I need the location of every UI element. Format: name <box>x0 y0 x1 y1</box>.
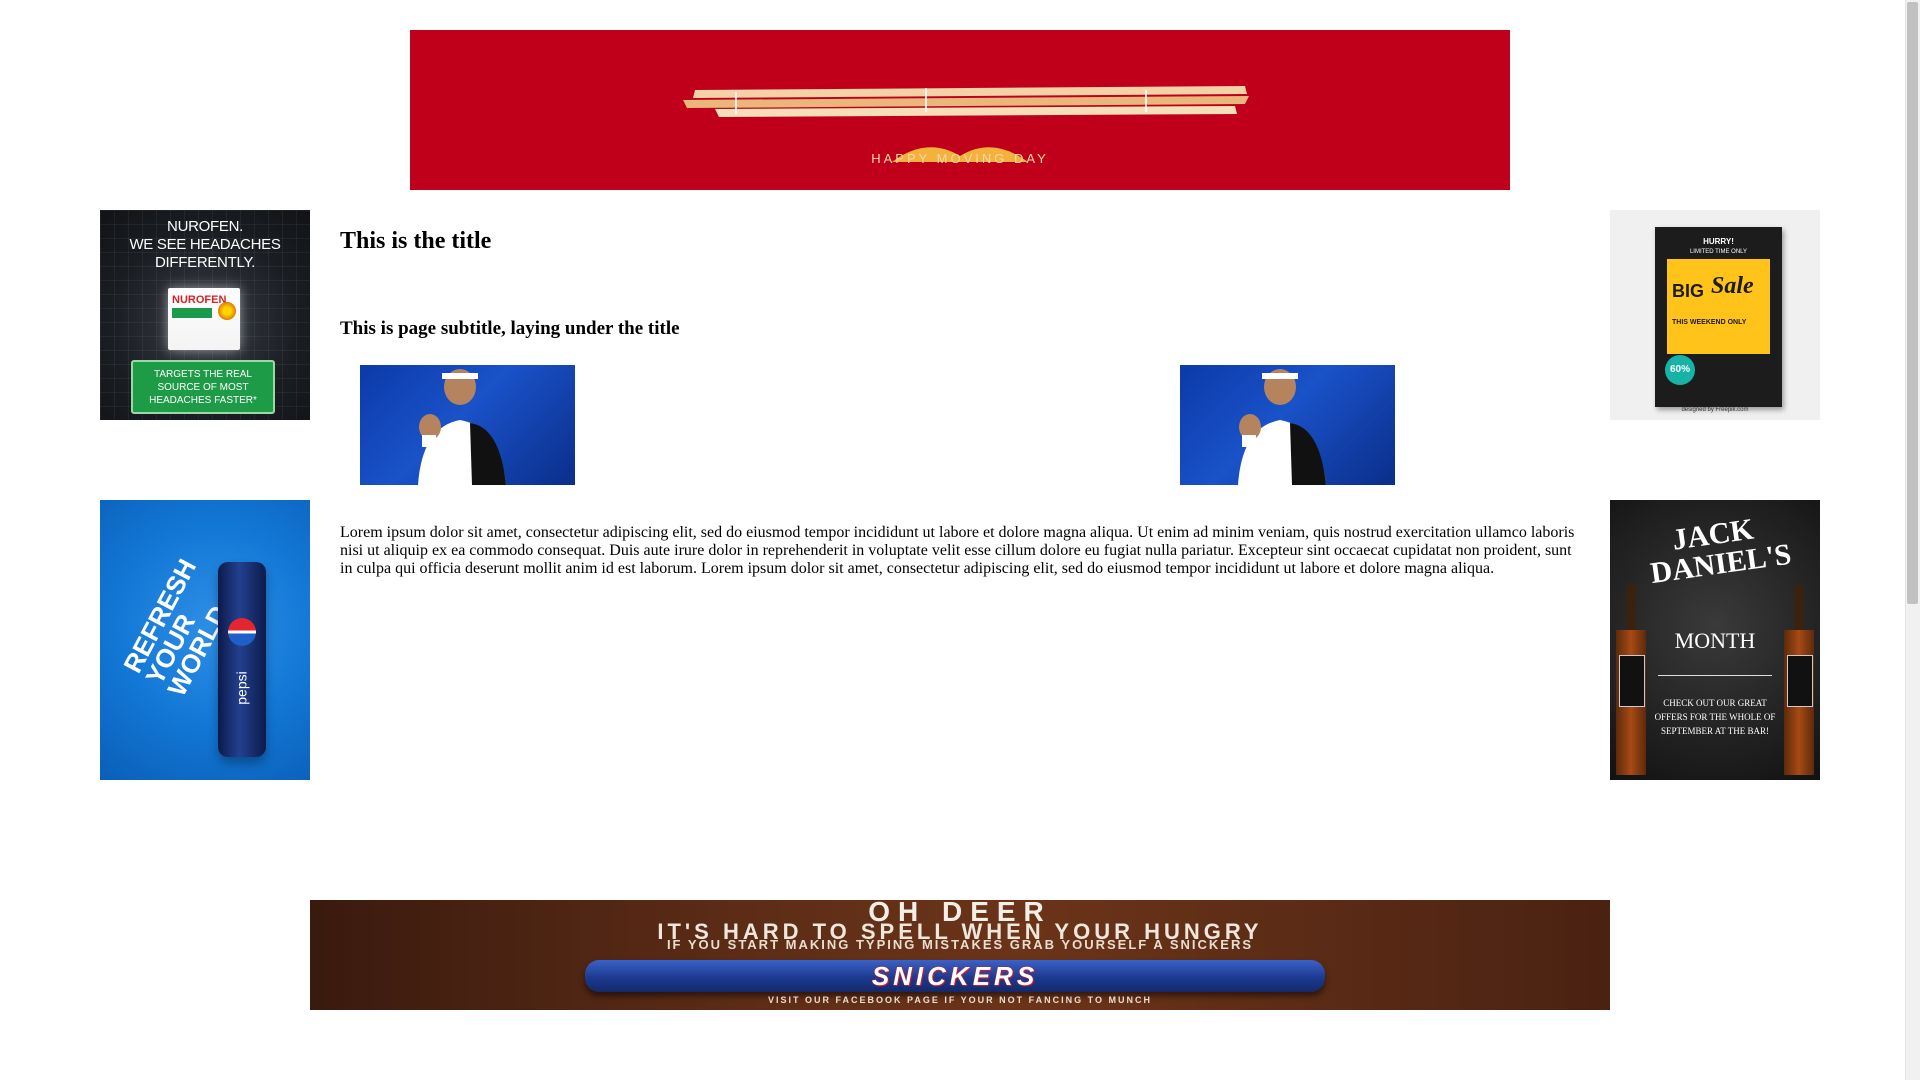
whiskey-bottle-right <box>1784 585 1814 775</box>
divider <box>1658 675 1772 676</box>
top-banner-ad[interactable]: HAPPY MOVING DAY <box>410 30 1510 190</box>
pepsi-can <box>218 562 266 757</box>
nurofen-cta-button[interactable]: TARGETS THE REAL SOURCE OF MOST HEADACHE… <box>131 360 275 414</box>
package-target-icon <box>218 302 236 320</box>
snickers-footer: VISIT OUR FACEBOOK PAGE IF YOUR NOT FANC… <box>767 995 1152 1005</box>
sale-hurry-text: HURRY! <box>1703 237 1734 246</box>
tennis-player-photo-right <box>1180 365 1395 485</box>
nurofen-package-brand: NUROFEN <box>172 294 227 306</box>
scrollbar-thumb[interactable] <box>1907 2 1918 604</box>
pepsi-globe-icon <box>228 618 256 646</box>
bottle-neck <box>1794 585 1804 630</box>
bottle-label <box>1787 655 1813 707</box>
bottle-neck <box>1626 585 1636 630</box>
jack-daniels-ad[interactable]: JACK DANIEL'S MONTH CHECK OUT OUR GREAT … <box>1610 500 1820 780</box>
sale-limited-text: LIMITED TIME ONLY <box>1689 249 1748 255</box>
freepik-credit: designed by Freepik.com <box>1681 407 1749 413</box>
page-subtitle: This is page subtitle, laying under the … <box>340 318 680 339</box>
sale-weekend-text: THIS WEEKEND ONLY <box>1672 319 1747 326</box>
banner-tagline: HAPPY MOVING DAY <box>871 151 1049 166</box>
sale-script-text: Sale <box>1711 273 1754 299</box>
page-title: This is the title <box>340 228 492 254</box>
sale-yellow-panel: BIG Sale THIS WEEKEND ONLY <box>1667 259 1770 354</box>
jack-daniels-title: JACK DANIEL'S <box>1648 512 1794 591</box>
sale-hurry: HURRY! LIMITED TIME ONLY <box>1655 237 1782 257</box>
discount-badge: 60% <box>1665 355 1695 385</box>
sale-poster: HURRY! LIMITED TIME ONLY BIG Sale THIS W… <box>1655 227 1782 407</box>
pepsi-ad[interactable]: REFRESH YOUR WORLD pepsi <box>100 500 310 780</box>
bottle-label <box>1619 655 1645 707</box>
snickers-banner-ad[interactable]: OH DEER IT'S HARD TO SPELL WHEN YOUR HUN… <box>310 900 1610 1010</box>
tennis-player-icon <box>418 369 506 485</box>
nurofen-ad[interactable]: NUROFEN. WE SEE HEADACHES DIFFERENTLY. N… <box>100 210 310 420</box>
jack-daniels-offer: CHECK OUT OUR GREAT OFFERS FOR THE WHOLE… <box>1654 698 1776 736</box>
big-sale-ad[interactable]: HURRY! LIMITED TIME ONLY BIG Sale THIS W… <box>1610 210 1820 420</box>
jack-daniels-month: MONTH <box>1674 628 1756 653</box>
whiskey-bottle-left <box>1616 585 1646 775</box>
package-stripe <box>172 308 212 318</box>
snickers-logo: SNICKERS <box>871 961 1039 991</box>
pepsi-can-brand: pepsi <box>233 671 250 705</box>
wood-planks-graphic <box>683 86 1249 117</box>
tennis-player-photo-left <box>360 365 575 485</box>
body-paragraph: Lorem ipsum dolor sit amet, consectetur … <box>340 524 1575 577</box>
sale-big-text: BIG <box>1672 281 1705 301</box>
tennis-player-icon <box>1238 369 1326 485</box>
snickers-tagline: IF YOU START MAKING TYPING MISTAKES GRAB… <box>666 937 1254 952</box>
nurofen-package: NUROFEN <box>168 288 240 350</box>
nurofen-headline: NUROFEN. WE SEE HEADACHES DIFFERENTLY. <box>129 218 281 271</box>
